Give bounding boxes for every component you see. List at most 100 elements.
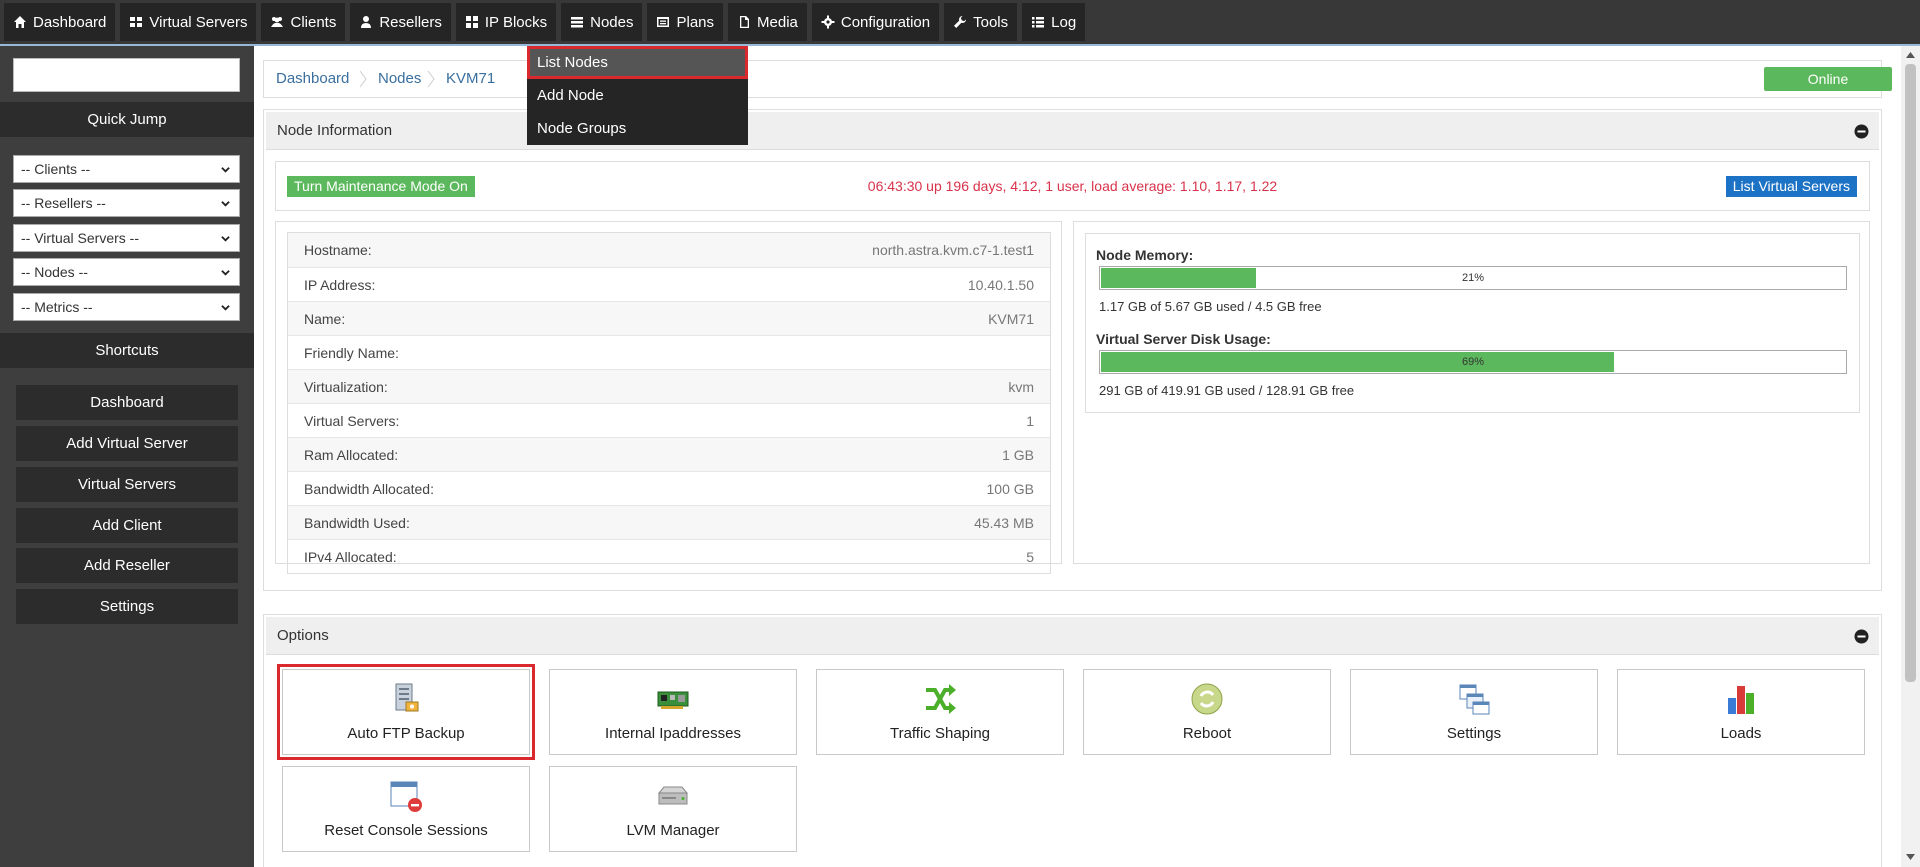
scroll-up-arrow-icon[interactable]	[1906, 51, 1915, 58]
table-row: Bandwidth Used: 45.43 MB	[288, 505, 1050, 539]
nav-dashboard[interactable]: Dashboard	[4, 3, 116, 41]
disk-percent: 69%	[1461, 356, 1485, 368]
row-label: Ram Allocated:	[304, 447, 399, 463]
shortcut-settings[interactable]: Settings	[16, 589, 238, 624]
shuffle-arrows-icon	[926, 684, 956, 714]
memory-percent: 21%	[1461, 272, 1485, 284]
option-internal-ipaddresses[interactable]: Internal Ipaddresses	[549, 669, 797, 755]
table-row: Friendly Name:	[288, 335, 1050, 369]
option-auto-ftp-backup[interactable]: Auto FTP Backup	[277, 664, 535, 760]
options-header: Options	[266, 617, 1879, 655]
table-row: Name: KVM71	[288, 301, 1050, 335]
breadcrumb-separator-icon	[427, 70, 435, 88]
shortcut-add-virtual-server[interactable]: Add Virtual Server	[16, 426, 238, 461]
node-details-box: Hostname: north.astra.kvm.c7-1.test1 IP A…	[275, 221, 1062, 574]
chevron-down-icon	[221, 167, 230, 173]
menu-item-list-nodes[interactable]: List Nodes	[527, 46, 748, 79]
nav-log[interactable]: Log	[1022, 3, 1086, 41]
table-row: Virtual Servers: 1	[288, 403, 1050, 437]
nav-clients-label: Clients	[290, 13, 337, 31]
select-virtual-servers[interactable]: -- Virtual Servers --	[13, 224, 240, 252]
select-resellers[interactable]: -- Resellers --	[13, 189, 240, 217]
table-row: Virtualization: kvm	[288, 369, 1050, 403]
scrollbar-thumb[interactable]	[1905, 64, 1916, 682]
row-value: 10.40.1.50	[967, 277, 1034, 293]
breadcrumb-nodes[interactable]: Nodes	[378, 61, 421, 97]
table-row: Ram Allocated: 1 GB	[288, 437, 1050, 471]
table-row: Hostname: north.astra.kvm.c7-1.test1	[288, 233, 1050, 267]
nav-media[interactable]: Media	[728, 3, 807, 41]
chevron-down-icon	[221, 305, 230, 311]
menu-item-add-node[interactable]: Add Node	[527, 79, 748, 112]
file-icon	[740, 16, 750, 28]
nav-media-label: Media	[757, 13, 798, 31]
console-reset-icon	[390, 781, 422, 812]
shortcut-add-reseller[interactable]: Add Reseller	[16, 548, 238, 583]
nav-configuration[interactable]: Configuration	[811, 3, 940, 41]
disk-usage-text: 291 GB of 419.91 GB used / 128.91 GB fre…	[1099, 383, 1355, 398]
option-loads[interactable]: Loads	[1617, 669, 1865, 755]
page-scrollbar[interactable]	[1901, 46, 1920, 867]
row-label: Bandwidth Allocated:	[304, 481, 434, 497]
menu-item-node-groups[interactable]: Node Groups	[527, 112, 748, 145]
nav-plans[interactable]: Plans	[647, 3, 724, 41]
maintenance-mode-button[interactable]: Turn Maintenance Mode On	[287, 176, 475, 197]
shortcut-add-client[interactable]: Add Client	[16, 508, 238, 543]
row-label: Bandwidth Used:	[304, 515, 410, 531]
disk-progress-bar: 69%	[1099, 350, 1847, 374]
uptime-text: 06:43:30 up 196 days, 4:12, 1 user, load…	[867, 178, 1278, 194]
list-virtual-servers-button[interactable]: List Virtual Servers	[1725, 176, 1857, 197]
settings-windows-icon	[1459, 684, 1490, 715]
quick-jump-header: Quick Jump	[0, 102, 254, 137]
option-label: Internal Ipaddresses	[605, 725, 741, 742]
table-row: Bandwidth Allocated: 100 GB	[288, 471, 1050, 505]
node-details-table: Hostname: north.astra.kvm.c7-1.test1 IP A…	[287, 232, 1051, 574]
nav-ip-blocks-label: IP Blocks	[484, 13, 548, 31]
memory-title: Node Memory:	[1096, 247, 1194, 263]
list-icon	[1032, 17, 1045, 28]
option-settings[interactable]: Settings	[1350, 669, 1598, 755]
plans-icon	[657, 17, 670, 27]
shortcut-virtual-servers[interactable]: Virtual Servers	[16, 467, 238, 502]
row-label: Friendly Name:	[304, 345, 399, 361]
nav-virtual-servers[interactable]: Virtual Servers	[120, 3, 257, 41]
row-label: Virtualization:	[304, 379, 388, 395]
nav-resellers[interactable]: Resellers	[350, 3, 451, 41]
user-icon	[361, 16, 372, 28]
row-value: north.astra.kvm.c7-1.test1	[872, 242, 1034, 258]
breadcrumb-dashboard[interactable]: Dashboard	[276, 61, 349, 97]
nav-ip-blocks[interactable]: IP Blocks	[455, 3, 557, 41]
options-title: Options	[277, 627, 329, 644]
option-traffic-shaping[interactable]: Traffic Shaping	[816, 669, 1064, 755]
sidebar: Quick Jump -- Clients -- -- Resellers --…	[0, 46, 254, 867]
sidebar-search-input[interactable]	[13, 58, 240, 92]
option-reboot[interactable]: Reboot	[1083, 669, 1331, 755]
chevron-down-icon	[221, 236, 230, 242]
collapse-icon[interactable]	[1854, 629, 1869, 644]
select-clients[interactable]: -- Clients --	[13, 155, 240, 183]
nav-tools[interactable]: Tools	[944, 3, 1018, 41]
nav-clients[interactable]: Clients	[261, 3, 346, 41]
scroll-down-arrow-icon[interactable]	[1906, 854, 1915, 861]
nav-dashboard-label: Dashboard	[33, 13, 107, 31]
resource-usage-inner: Node Memory: 21% 1.17 GB of 5.67 GB used…	[1085, 233, 1860, 413]
select-virtual-servers-value: -- Virtual Servers --	[21, 230, 139, 246]
chevron-down-icon	[221, 270, 230, 276]
option-reset-console-sessions[interactable]: Reset Console Sessions	[282, 766, 530, 852]
option-lvm-manager[interactable]: LVM Manager	[549, 766, 797, 852]
row-label: IP Address:	[304, 277, 376, 293]
breadcrumb-kvm71[interactable]: KVM71	[446, 61, 495, 97]
collapse-icon[interactable]	[1854, 124, 1869, 139]
users-icon	[271, 17, 284, 27]
option-label: Traffic Shaping	[889, 725, 991, 742]
option-label: Loads	[1720, 725, 1762, 742]
option-label: LVM Manager	[626, 822, 720, 839]
select-nodes[interactable]: -- Nodes --	[13, 258, 240, 286]
node-information-title: Node Information	[277, 122, 393, 139]
shortcut-dashboard[interactable]: Dashboard	[16, 385, 238, 420]
nav-tools-label: Tools	[973, 13, 1009, 31]
select-nodes-value: -- Nodes --	[21, 264, 88, 280]
row-value: KVM71	[988, 311, 1034, 327]
nav-nodes[interactable]: Nodes	[561, 3, 643, 41]
select-metrics[interactable]: -- Metrics --	[13, 293, 240, 321]
